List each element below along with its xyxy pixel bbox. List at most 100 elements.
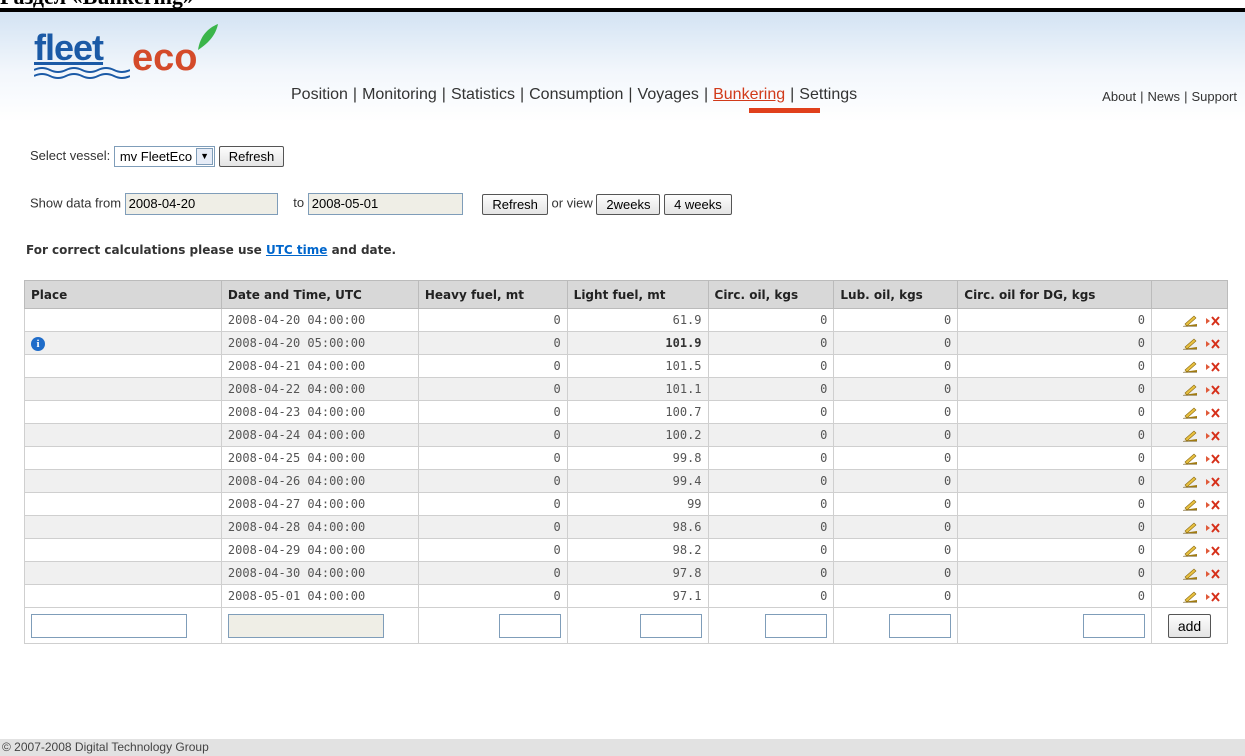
delete-icon[interactable] xyxy=(1205,545,1221,557)
place-cell xyxy=(24,492,222,516)
heavy-fuel-cell: 0 xyxy=(417,515,568,539)
edit-icon[interactable] xyxy=(1182,361,1198,373)
date-from-input[interactable]: 2008-04-20 xyxy=(124,193,278,215)
delete-icon[interactable] xyxy=(1205,338,1221,350)
nav-voyages[interactable]: Voyages xyxy=(638,86,699,103)
edit-icon[interactable] xyxy=(1182,407,1198,419)
new-lub-oil-input[interactable] xyxy=(889,613,952,638)
circ-oil-cell: 0 xyxy=(707,561,835,585)
datetime-cell: 2008-04-28 04:00:00 xyxy=(220,515,419,539)
new-heavy-fuel-input[interactable] xyxy=(498,613,561,638)
light-fuel-cell: 97.8 xyxy=(566,561,709,585)
nav-news[interactable]: News xyxy=(1148,89,1181,104)
chevron-down-icon[interactable]: ▼ xyxy=(196,148,214,165)
nav-statistics[interactable]: Statistics xyxy=(451,86,515,103)
vessel-select[interactable]: mv FleetEco ▼ xyxy=(113,146,216,167)
vessel-refresh-button[interactable]: Refresh xyxy=(218,146,285,167)
edit-icon[interactable] xyxy=(1182,384,1198,396)
lub-oil-cell: 0 xyxy=(833,423,959,447)
edit-icon[interactable] xyxy=(1182,338,1198,350)
edit-icon[interactable] xyxy=(1182,522,1198,534)
circ-oil-dg-cell: 0 xyxy=(957,400,1152,424)
new-circ-oil-input[interactable] xyxy=(765,613,828,638)
delete-icon[interactable] xyxy=(1205,361,1221,373)
four-weeks-button[interactable]: 4 weeks xyxy=(664,193,732,215)
utc-time-link[interactable]: UTC time xyxy=(266,243,327,257)
place-cell xyxy=(24,377,222,401)
circ-oil-cell: 0 xyxy=(707,377,835,401)
nav-consumption[interactable]: Consumption xyxy=(529,86,623,103)
date-to-input[interactable]: 2008-05-01 xyxy=(307,193,463,215)
light-fuel-cell: 99.8 xyxy=(566,446,709,470)
table-row: 2008-04-29 04:00:00 0 98.2 0 0 0 xyxy=(24,538,1229,562)
info-icon[interactable]: i xyxy=(31,336,45,351)
lub-oil-cell: 0 xyxy=(833,538,959,562)
edit-icon[interactable] xyxy=(1182,568,1198,580)
heavy-fuel-cell: 0 xyxy=(417,400,568,424)
document-heading: Раздел «Bunkering» xyxy=(0,0,194,8)
heavy-fuel-cell: 0 xyxy=(417,584,568,608)
nav-support[interactable]: Support xyxy=(1191,89,1237,104)
table-row: 2008-04-25 04:00:00 0 99.8 0 0 0 xyxy=(24,446,1229,470)
delete-icon[interactable] xyxy=(1205,522,1221,534)
nav-position[interactable]: Position xyxy=(291,86,348,103)
nav-settings[interactable]: Settings xyxy=(799,86,857,103)
table-row: 2008-04-26 04:00:00 0 99.4 0 0 0 xyxy=(24,469,1229,493)
delete-icon[interactable] xyxy=(1205,568,1221,580)
datetime-cell: 2008-04-27 04:00:00 xyxy=(220,492,419,516)
edit-icon[interactable] xyxy=(1182,430,1198,442)
delete-icon[interactable] xyxy=(1205,453,1221,465)
edit-icon[interactable] xyxy=(1182,315,1198,327)
edit-icon[interactable] xyxy=(1182,476,1198,488)
nav-separator: | xyxy=(1140,89,1144,104)
datetime-cell: 2008-04-24 04:00:00 xyxy=(220,423,419,447)
delete-icon[interactable] xyxy=(1205,430,1221,442)
datetime-cell: 2008-04-21 04:00:00 xyxy=(220,354,419,378)
circ-oil-dg-cell: 0 xyxy=(957,561,1152,585)
new-datetime-input xyxy=(227,613,384,638)
circ-oil-cell: 0 xyxy=(707,446,835,470)
vessel-select-value: mv FleetEco xyxy=(119,149,193,164)
row-actions xyxy=(1150,308,1229,332)
edit-icon[interactable] xyxy=(1182,545,1198,557)
row-actions xyxy=(1150,492,1229,516)
row-actions xyxy=(1150,377,1229,401)
two-weeks-button[interactable]: 2weeks xyxy=(596,193,661,215)
delete-icon[interactable] xyxy=(1205,315,1221,327)
edit-icon[interactable] xyxy=(1182,591,1198,603)
nav-about[interactable]: About xyxy=(1102,89,1136,104)
add-button[interactable]: add xyxy=(1167,613,1212,638)
datetime-cell: 2008-05-01 04:00:00 xyxy=(220,584,419,608)
utc-notice: For correct calculations please use UTC … xyxy=(26,243,396,257)
new-light-fuel-input[interactable] xyxy=(639,613,702,638)
new-circ-oil-dg-input[interactable] xyxy=(1082,613,1145,638)
footer: © 2007-2008 Digital Technology Group xyxy=(0,739,1245,756)
datetime-cell: 2008-04-26 04:00:00 xyxy=(220,469,419,493)
delete-icon[interactable] xyxy=(1205,476,1221,488)
copyright-text: © 2007-2008 Digital Technology Group xyxy=(2,740,209,754)
edit-icon[interactable] xyxy=(1182,453,1198,465)
table-row: 2008-04-24 04:00:00 0 100.2 0 0 0 xyxy=(24,423,1229,447)
date-filter-row: Show data from 2008-04-20 to 2008-05-01 … xyxy=(30,193,732,215)
vessel-label: Select vessel: xyxy=(30,147,111,163)
delete-icon[interactable] xyxy=(1205,499,1221,511)
nav-separator: | xyxy=(352,86,358,103)
date-refresh-button[interactable]: Refresh xyxy=(482,193,548,215)
delete-icon[interactable] xyxy=(1205,384,1221,396)
circ-oil-dg-cell: 0 xyxy=(957,446,1152,470)
row-actions xyxy=(1150,446,1229,470)
delete-icon[interactable] xyxy=(1205,591,1221,603)
place-cell xyxy=(24,538,222,562)
delete-icon[interactable] xyxy=(1205,407,1221,419)
nav-bunkering[interactable]: Bunkering xyxy=(713,86,785,103)
lub-oil-cell: 0 xyxy=(833,354,959,378)
lub-oil-cell: 0 xyxy=(833,308,959,332)
new-place-input[interactable] xyxy=(31,613,187,638)
new-datetime-cell xyxy=(220,607,419,644)
circ-oil-cell: 0 xyxy=(707,354,835,378)
circ-oil-dg-cell: 0 xyxy=(957,308,1152,332)
nav-monitoring[interactable]: Monitoring xyxy=(362,86,437,103)
edit-icon[interactable] xyxy=(1182,499,1198,511)
heavy-fuel-cell: 0 xyxy=(417,308,568,332)
light-fuel-cell: 61.9 xyxy=(566,308,709,332)
